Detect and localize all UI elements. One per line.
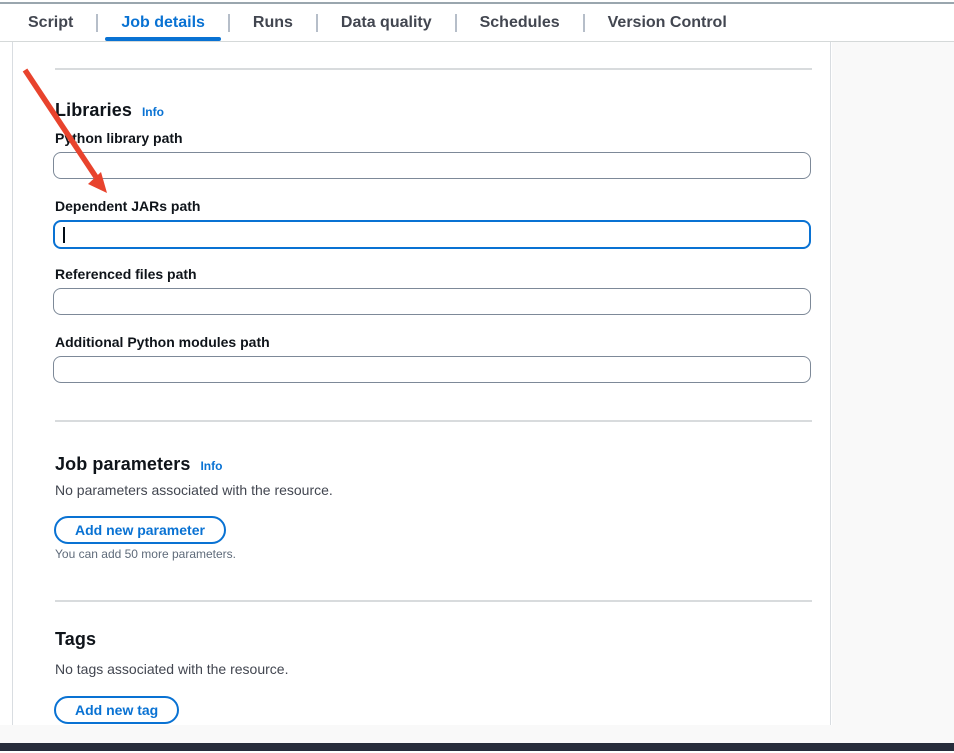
python-library-path-label: Python library path	[55, 130, 183, 146]
tab-divider	[583, 14, 585, 32]
bottom-bar	[0, 743, 954, 751]
add-new-tag-button[interactable]: Add new tag	[54, 696, 179, 724]
section-divider	[55, 420, 812, 422]
job-parameters-info-link[interactable]: Info	[200, 459, 222, 473]
dependent-jars-path-label: Dependent JARs path	[55, 198, 200, 214]
page: Script Job details Runs Data quality Sch…	[0, 0, 954, 753]
referenced-files-path-label: Referenced files path	[55, 266, 197, 282]
tab-bar: Script Job details Runs Data quality Sch…	[0, 4, 954, 42]
additional-python-modules-path-input[interactable]	[53, 356, 811, 383]
tab-divider	[228, 14, 230, 32]
tab-divider	[455, 14, 457, 32]
tab-divider	[316, 14, 318, 32]
job-parameters-empty-text: No parameters associated with the resour…	[55, 482, 333, 498]
tab-runs[interactable]: Runs	[237, 4, 309, 42]
job-parameters-section-header: Job parameters Info	[55, 454, 222, 475]
job-parameters-helper-text: You can add 50 more parameters.	[55, 547, 236, 561]
tags-section-header: Tags	[55, 629, 96, 650]
additional-python-modules-path-label: Additional Python modules path	[55, 334, 270, 350]
tab-data-quality[interactable]: Data quality	[325, 4, 448, 42]
tab-job-details[interactable]: Job details	[105, 4, 221, 42]
libraries-info-link[interactable]: Info	[142, 105, 164, 119]
dependent-jars-path-input[interactable]	[53, 220, 811, 249]
tags-empty-text: No tags associated with the resource.	[55, 661, 288, 677]
right-gutter	[832, 42, 954, 743]
referenced-files-path-input[interactable]	[53, 288, 811, 315]
libraries-section-header: Libraries Info	[55, 100, 164, 121]
job-parameters-title: Job parameters	[55, 454, 190, 475]
python-library-path-input[interactable]	[53, 152, 811, 179]
libraries-title: Libraries	[55, 100, 132, 121]
section-divider	[55, 68, 812, 70]
add-new-parameter-button[interactable]: Add new parameter	[54, 516, 226, 544]
job-details-panel: Libraries Info Python library path Depen…	[12, 42, 831, 725]
tags-title: Tags	[55, 629, 96, 650]
bottom-strip	[0, 725, 954, 743]
tab-divider	[96, 14, 98, 32]
tab-script[interactable]: Script	[12, 4, 89, 42]
tab-version-control[interactable]: Version Control	[592, 4, 743, 42]
text-caret	[63, 227, 65, 243]
tab-schedules[interactable]: Schedules	[464, 4, 576, 42]
section-divider	[55, 600, 812, 602]
